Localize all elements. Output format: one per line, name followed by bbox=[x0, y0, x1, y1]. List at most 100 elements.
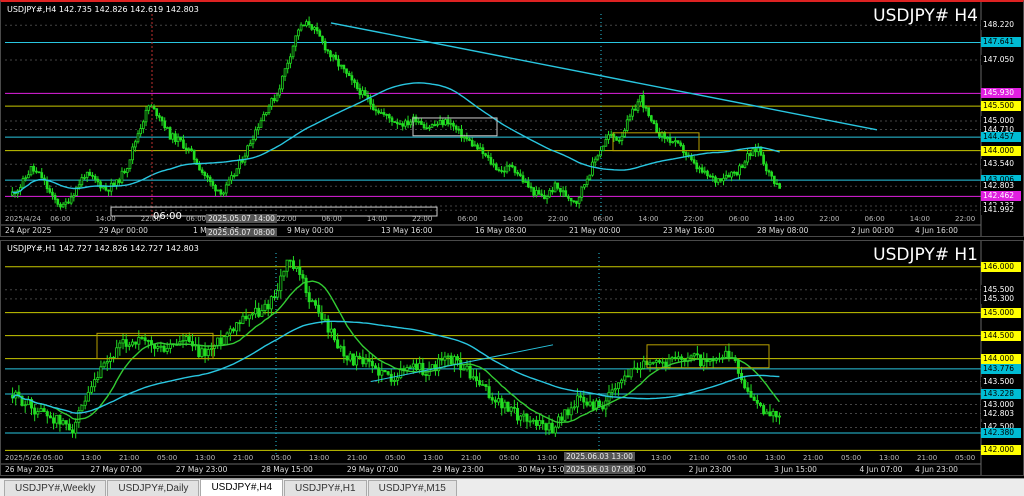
time-label: 30 May 15:00 bbox=[517, 465, 570, 474]
time-label: 13 May 16:00 bbox=[381, 226, 433, 235]
inner-time-label: 05:00 bbox=[955, 454, 976, 462]
candle-body bbox=[567, 196, 570, 199]
candle-body bbox=[582, 396, 586, 403]
candle-body bbox=[497, 398, 501, 403]
inner-time-label: 13:00 bbox=[195, 454, 216, 462]
candle-body bbox=[516, 172, 519, 175]
candle-body bbox=[503, 401, 507, 409]
h1-symbol-title: USDJPY# H1 bbox=[873, 245, 978, 265]
candle-body bbox=[107, 189, 110, 192]
h4-chart-canvas[interactable] bbox=[1, 2, 1024, 237]
candle-body bbox=[235, 322, 239, 332]
candle-body bbox=[162, 345, 166, 352]
candle-body bbox=[58, 414, 62, 425]
time-label: 16 May 08:00 bbox=[475, 226, 527, 235]
candle-body bbox=[259, 120, 263, 128]
inner-time-label: 2025/5/26 bbox=[5, 454, 41, 462]
candle-body bbox=[392, 379, 396, 382]
candle-body bbox=[531, 419, 535, 422]
candle-body bbox=[21, 178, 25, 188]
inner-time-label: 05:00 bbox=[385, 454, 406, 462]
candle-body bbox=[184, 336, 188, 341]
candle-body bbox=[286, 62, 290, 70]
h1-chart-canvas[interactable] bbox=[1, 241, 1024, 476]
candle-body bbox=[682, 145, 685, 153]
candle-body bbox=[494, 163, 498, 170]
candle-body bbox=[266, 303, 270, 310]
candle-body bbox=[631, 108, 634, 117]
candle-body bbox=[294, 35, 298, 47]
price-label: 144.000 bbox=[981, 145, 1021, 156]
candle-body bbox=[708, 175, 712, 178]
candle-body bbox=[390, 117, 394, 122]
inner-time-label: 22:00 bbox=[819, 215, 840, 223]
inner-time-label: 14:00 bbox=[366, 215, 388, 223]
candle-body bbox=[588, 401, 592, 406]
candle-body bbox=[339, 64, 343, 67]
chart-tab[interactable]: USDJPY#,H1 bbox=[284, 480, 367, 496]
chart-window-h4[interactable]: USDJPY#,H4 142.735 142.826 142.619 142.8… bbox=[0, 0, 1024, 237]
candle-body bbox=[27, 174, 30, 179]
candle-body bbox=[680, 356, 684, 360]
candle-body bbox=[361, 357, 365, 365]
candle-body bbox=[282, 270, 286, 277]
inner-time-label: 06:00 bbox=[864, 215, 885, 223]
chart-tab[interactable]: USDJPY#,Daily bbox=[107, 480, 200, 496]
candle-body bbox=[762, 405, 766, 415]
candle-body bbox=[625, 119, 629, 131]
candle-body bbox=[168, 127, 172, 140]
candle-body bbox=[481, 147, 485, 155]
candle-body bbox=[263, 303, 267, 311]
candle-body bbox=[583, 184, 586, 188]
candle-body bbox=[553, 182, 557, 193]
chart-window-h1[interactable]: USDJPY#,H1 142.727 142.826 142.727 142.8… bbox=[0, 240, 1024, 476]
candle-body bbox=[174, 133, 177, 142]
price-label: 143.228 bbox=[981, 389, 1021, 400]
candle-body bbox=[53, 194, 57, 200]
chart-tab[interactable]: USDJPY#,Weekly bbox=[4, 480, 107, 496]
candle-body bbox=[425, 127, 429, 130]
candle-body bbox=[358, 355, 362, 358]
candle-body bbox=[636, 101, 640, 111]
candle-body bbox=[543, 194, 546, 200]
candle-body bbox=[550, 422, 554, 434]
candle-body bbox=[310, 24, 314, 30]
candle-body bbox=[551, 190, 554, 193]
time-label: 3 Jun 15:00 bbox=[774, 465, 817, 474]
price-label: 145.930 bbox=[981, 88, 1021, 99]
candle-body bbox=[32, 165, 36, 172]
price-label: 142.000 bbox=[981, 445, 1021, 456]
mt4-terminal: USDJPY#,H4 142.735 142.826 142.619 142.8… bbox=[0, 0, 1024, 496]
candle-body bbox=[436, 123, 439, 126]
candle-body bbox=[128, 159, 132, 169]
time-label: 29 May 07:00 bbox=[346, 465, 399, 474]
candle-body bbox=[700, 167, 704, 173]
candle-body bbox=[67, 201, 70, 204]
inner-time-label: 05:00 bbox=[499, 454, 520, 462]
candle-body bbox=[382, 112, 386, 115]
candle-body bbox=[639, 95, 642, 103]
chart-tab[interactable]: USDJPY#,H4 bbox=[200, 479, 284, 496]
price-label: 145.000 bbox=[981, 307, 1021, 318]
candle-body bbox=[144, 109, 148, 123]
candle-body bbox=[302, 24, 306, 27]
candle-body bbox=[711, 175, 715, 178]
candle-body bbox=[56, 198, 60, 205]
candle-body bbox=[481, 384, 485, 386]
h4-symbol-title: USDJPY# H4 bbox=[873, 6, 978, 26]
candle-body bbox=[768, 411, 772, 417]
candle-body bbox=[200, 348, 204, 358]
candle-body bbox=[329, 50, 332, 58]
chart-tab[interactable]: USDJPY#,M15 bbox=[367, 480, 457, 496]
candle-body bbox=[337, 58, 340, 67]
candle-body bbox=[754, 148, 757, 153]
candle-body bbox=[623, 375, 627, 381]
price-label: 145.500 bbox=[981, 101, 1021, 112]
candle-body bbox=[671, 141, 675, 144]
candle-body bbox=[465, 365, 469, 370]
candle-body bbox=[224, 184, 228, 194]
candle-body bbox=[139, 128, 143, 135]
candle-body bbox=[512, 406, 516, 409]
candle-body bbox=[474, 376, 478, 381]
inner-time-label: 13:00 bbox=[537, 454, 558, 462]
